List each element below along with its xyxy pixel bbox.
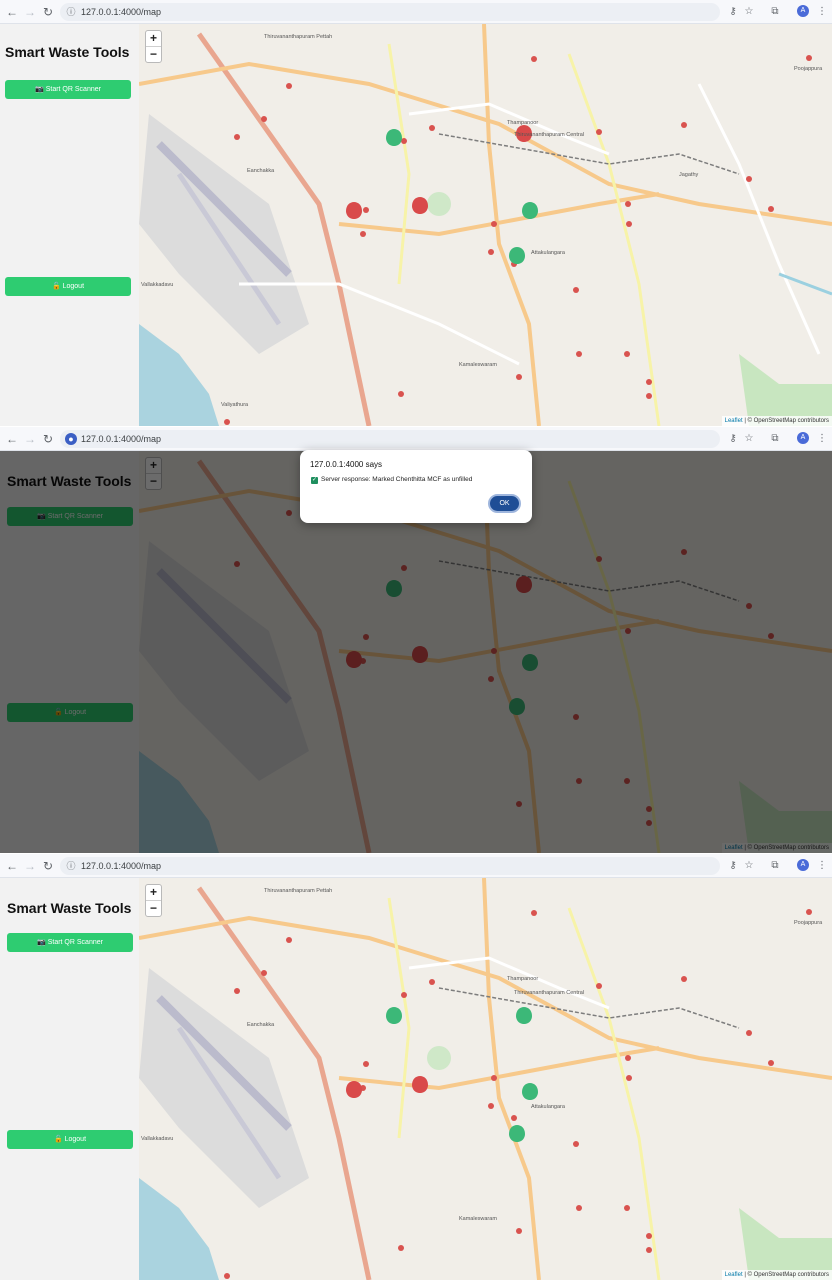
address-bar[interactable]: ⓘ 127.0.0.1:4000/map (60, 3, 720, 21)
start-qr-scanner-button[interactable]: 📷 Start QR Scanner (5, 80, 131, 99)
bookmark-star-icon[interactable]: ☆ (742, 5, 756, 19)
profile-avatar[interactable]: A (797, 5, 809, 17)
forward-icon[interactable]: → (22, 858, 38, 874)
place-label: Poojappura (794, 920, 823, 926)
bookmark-star-icon[interactable]: ☆ (742, 432, 756, 446)
place-label: Poojappura (794, 66, 823, 72)
key-icon[interactable]: ⚷ (726, 432, 740, 446)
site-info-icon[interactable]: ⓘ (65, 860, 77, 872)
forward-icon[interactable]: → (22, 431, 38, 447)
place-label: Thiruvananthapuram Pettah (264, 888, 333, 894)
place-label: Thampanoor (507, 120, 539, 126)
place-label: Attakulangara (531, 1104, 565, 1110)
extensions-icon[interactable]: ⧉ (768, 5, 782, 19)
place-label: Thampanoor (507, 976, 539, 982)
place-label: Attakulangara (531, 250, 565, 256)
browser-window-2: ← → ↻ ● 127.0.0.1:4000/map ⚷ ☆ ⧉ A ⋮ Sma… (0, 427, 832, 853)
map-view[interactable]: Thiruvananthapuram Pettah Thiruvananthap… (139, 878, 832, 1280)
osm-attribution: | © OpenStreetMap contributors (744, 1272, 829, 1278)
forward-icon[interactable]: → (22, 4, 38, 20)
reload-icon[interactable]: ↻ (40, 858, 56, 874)
sidebar-title: Smart Waste Tools (7, 900, 132, 916)
map-attribution: Leaflet | © OpenStreetMap contributors (721, 1270, 832, 1280)
zoom-in-button[interactable]: + (146, 31, 161, 46)
place-label: Thiruvananthapuram Central (514, 132, 585, 138)
back-icon[interactable]: ← (4, 431, 20, 447)
start-qr-scanner-button[interactable]: 📷 Start QR Scanner (7, 933, 133, 952)
place-label: Eanchakka (247, 168, 275, 174)
address-bar[interactable]: ⓘ 127.0.0.1:4000/map (60, 857, 720, 875)
osm-attribution: | © OpenStreetMap contributors (744, 418, 829, 424)
back-icon[interactable]: ← (4, 858, 20, 874)
leaflet-link[interactable]: Leaflet (725, 418, 743, 424)
zoom-out-button[interactable]: − (146, 900, 161, 916)
browser-window-3: ← → ↻ ⓘ 127.0.0.1:4000/map ⚷ ☆ ⧉ A ⋮ Sma… (0, 854, 832, 1280)
url-text: 127.0.0.1:4000/map (81, 434, 162, 444)
map-attribution: Leaflet | © OpenStreetMap contributors (721, 416, 832, 426)
zoom-control: + − (145, 884, 162, 917)
zoom-in-button[interactable]: + (146, 885, 161, 900)
browser-toolbar: ← → ↻ ⓘ 127.0.0.1:4000/map ⚷ ☆ ⧉ A ⋮ (0, 854, 832, 878)
profile-avatar[interactable]: A (797, 432, 809, 444)
extensions-icon[interactable]: ⧉ (768, 432, 782, 446)
url-text: 127.0.0.1:4000/map (81, 7, 162, 17)
back-icon[interactable]: ← (4, 4, 20, 20)
menu-icon[interactable]: ⋮ (815, 5, 829, 19)
reload-icon[interactable]: ↻ (40, 431, 56, 447)
reload-icon[interactable]: ↻ (40, 4, 56, 20)
place-label: Eanchakka (247, 1022, 275, 1028)
place-label: Vallakkadavu (141, 1136, 174, 1142)
place-label: Kamaleswaram (459, 362, 497, 368)
checkbox-icon[interactable]: ✓ (311, 477, 318, 484)
place-label: Vallakkadavu (141, 282, 174, 288)
place-label: Jagathy (679, 172, 699, 178)
ok-button[interactable]: OK (488, 494, 521, 513)
url-text: 127.0.0.1:4000/map (81, 861, 162, 871)
place-label: Thiruvananthapuram Pettah (264, 34, 333, 40)
place-label: Thiruvananthapuram Central (514, 990, 585, 996)
profile-avatar[interactable]: A (797, 859, 809, 871)
menu-icon[interactable]: ⋮ (815, 432, 829, 446)
logout-button[interactable]: 🔓 Logout (5, 277, 131, 296)
key-icon[interactable]: ⚷ (726, 5, 740, 19)
sidebar: Smart Waste Tools 📷 Start QR Scanner 🔓 L… (0, 24, 139, 426)
alert-dialog: 127.0.0.1:4000 says ✓ Server response: M… (300, 450, 532, 523)
leaflet-link[interactable]: Leaflet (725, 1272, 743, 1278)
bookmark-star-icon[interactable]: ☆ (742, 859, 756, 873)
key-icon[interactable]: ⚷ (726, 859, 740, 873)
address-bar[interactable]: ● 127.0.0.1:4000/map (60, 430, 720, 448)
map-view[interactable]: Thiruvananthapuram Pettah Thiruvananthap… (139, 24, 832, 426)
browser-toolbar: ← → ↻ ⓘ 127.0.0.1:4000/map ⚷ ☆ ⧉ A ⋮ (0, 0, 832, 24)
dialog-title: 127.0.0.1:4000 says (310, 460, 383, 469)
sidebar: Smart Waste Tools 📷 Start QR Scanner 🔓 L… (0, 878, 139, 1280)
site-info-icon[interactable]: ● (65, 433, 77, 445)
sidebar-title: Smart Waste Tools (5, 44, 130, 60)
logout-button[interactable]: 🔓 Logout (7, 1130, 133, 1149)
zoom-control: + − (145, 30, 162, 63)
place-label: Valiyathura (221, 402, 249, 408)
site-info-icon[interactable]: ⓘ (65, 6, 77, 18)
menu-icon[interactable]: ⋮ (815, 859, 829, 873)
zoom-out-button[interactable]: − (146, 46, 161, 62)
place-label: Kamaleswaram (459, 1216, 497, 1222)
dialog-message: Server response: Marked Chenthitta MCF a… (321, 476, 473, 483)
extensions-icon[interactable]: ⧉ (768, 859, 782, 873)
browser-window-1: ← → ↻ ⓘ 127.0.0.1:4000/map ⚷ ☆ ⧉ A ⋮ Sma… (0, 0, 832, 426)
browser-toolbar: ← → ↻ ● 127.0.0.1:4000/map ⚷ ☆ ⧉ A ⋮ (0, 427, 832, 451)
